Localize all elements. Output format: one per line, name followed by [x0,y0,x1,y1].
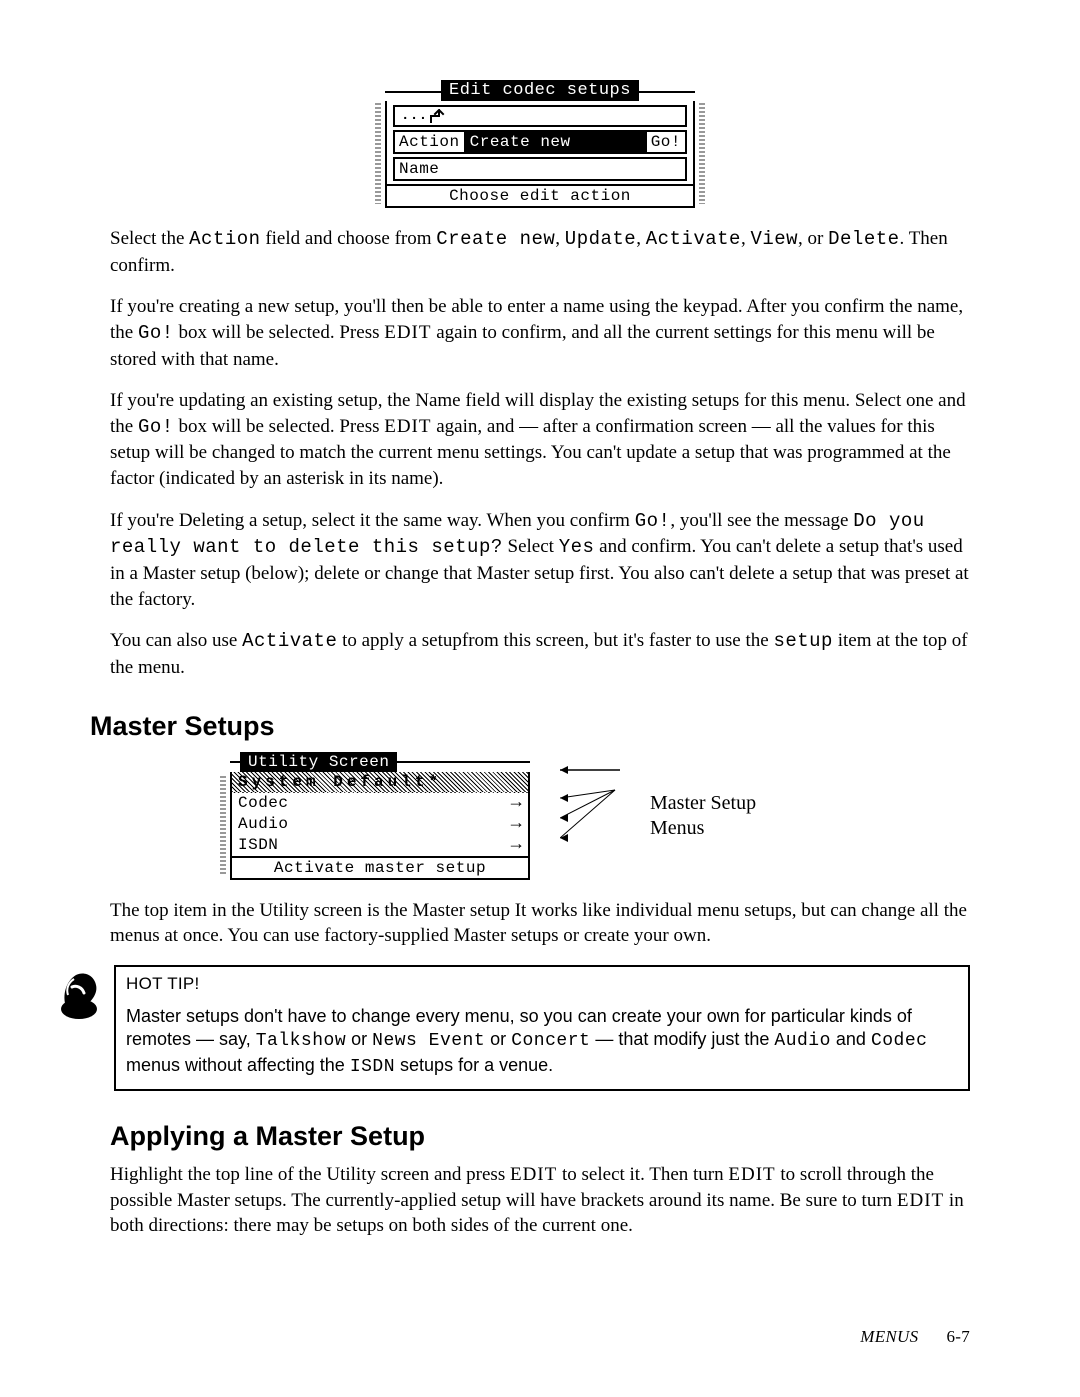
arrow-right-icon: → [511,794,522,812]
hot-tip: HOT TIP! Master setups don't have to cha… [56,965,970,1091]
lcd2-title: Utility Screen [240,752,397,772]
arrow-right-icon: → [511,815,522,833]
lcd2-row: Codec→ [232,793,528,814]
para-2: If you're creating a new setup, you'll t… [110,294,970,372]
page-footer: MENUS 6-7 [860,1327,970,1347]
lcd-edit-codec-setups: Edit codec setups ... Action Create new … [385,80,695,208]
annotation-pointers [560,758,620,873]
para-3: If you're updating an existing setup, th… [110,388,970,492]
para-4: If you're Deleting a setup, select it th… [110,508,970,613]
para-1: Select the Action field and choose from … [110,226,970,278]
lcd-utility-wrap: Utility Screen System Default* Codec→ Au… [230,752,970,880]
hot-tip-label: HOT TIP! [126,973,958,995]
page: Edit codec setups ... Action Create new … [0,0,1080,1397]
lcd1-title: Edit codec setups [441,80,639,101]
hot-tip-icon [56,965,102,1021]
para-5: You can also use Activate to apply a set… [110,628,970,680]
lcd1-footer: Choose edit action [387,184,693,206]
para-7: Highlight the top line of the Utility sc… [110,1162,970,1239]
lcd2-footer: Activate master setup [232,856,528,878]
lcd1-action-row: Action Create new Go! [393,130,687,154]
hot-tip-box: HOT TIP! Master setups don't have to cha… [114,965,970,1091]
up-arrow-icon [430,109,448,123]
action-value: Create new [464,132,645,152]
lcd1-up-row: ... [393,105,687,127]
para-6: The top item in the Utility screen is th… [110,898,970,949]
heading-master-setups: Master Setups [90,711,970,742]
annotation-text: Master Setup Menus [650,791,756,841]
arrow-right-icon: → [511,836,522,854]
lcd2-row: Audio→ [232,814,528,835]
action-label: Action [395,132,464,152]
lcd2-row: ISDN→ [232,835,528,856]
lcd2-row-highlight: System Default* [232,772,528,793]
name-label: Name [395,159,685,179]
heading-applying: Applying a Master Setup [110,1121,970,1152]
lcd1-name-row: Name [393,157,687,181]
footer-page: 6-7 [946,1327,970,1346]
go-button: Go! [645,132,685,152]
hot-tip-body: Master setups don't have to change every… [126,1005,958,1079]
lcd-utility-screen: Utility Screen System Default* Codec→ Au… [230,752,530,880]
footer-section: MENUS [860,1327,918,1346]
